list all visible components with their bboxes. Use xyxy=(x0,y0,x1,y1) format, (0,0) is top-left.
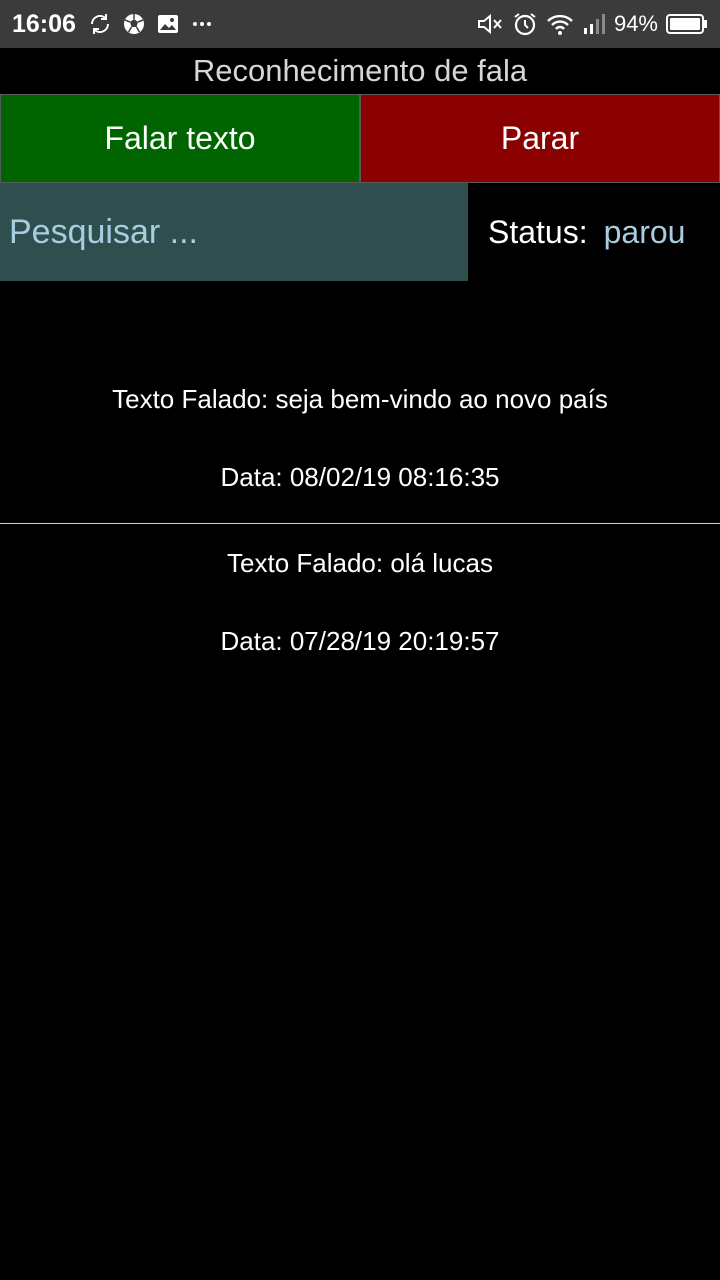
alarm-icon xyxy=(512,11,538,37)
list-item[interactable]: Texto Falado: seja bem-vindo ao novo paí… xyxy=(0,360,720,524)
spoken-text: Texto Falado: olá lucas xyxy=(227,547,493,578)
speak-text-button[interactable]: Falar texto xyxy=(0,94,360,183)
soccer-ball-icon xyxy=(122,12,146,36)
battery-icon xyxy=(666,13,708,35)
status-bar: 16:06 94% xyxy=(0,0,720,48)
speech-history-list: Texto Falado: seja bem-vindo ao novo paí… xyxy=(0,360,720,680)
entry-date: Data: 08/02/19 08:16:35 xyxy=(220,461,500,492)
entry-date: Data: 07/28/19 20:19:57 xyxy=(220,625,500,656)
spoken-text: Texto Falado: seja bem-vindo ao novo paí… xyxy=(112,383,608,414)
status-bar-left: 16:06 xyxy=(12,10,214,39)
clock: 16:06 xyxy=(12,9,76,38)
status-bar-right: 94% xyxy=(476,11,708,37)
status-value: parou xyxy=(603,213,686,250)
app-title: Reconhecimento de fala xyxy=(192,53,528,88)
signal-icon xyxy=(582,12,606,36)
battery-percent: 94% xyxy=(613,11,658,36)
mute-icon xyxy=(476,12,504,36)
status-label: Status: xyxy=(488,213,588,250)
status-display: Status: parou xyxy=(488,183,685,281)
search-box xyxy=(0,183,468,281)
image-icon xyxy=(156,12,180,36)
stop-button[interactable]: Parar xyxy=(360,94,720,183)
sync-icon xyxy=(88,12,112,36)
more-dots-icon xyxy=(190,12,214,36)
wifi-icon xyxy=(546,12,574,36)
list-item[interactable]: Texto Falado: olá lucas Data: 07/28/19 2… xyxy=(0,524,720,680)
search-input[interactable] xyxy=(9,212,468,252)
